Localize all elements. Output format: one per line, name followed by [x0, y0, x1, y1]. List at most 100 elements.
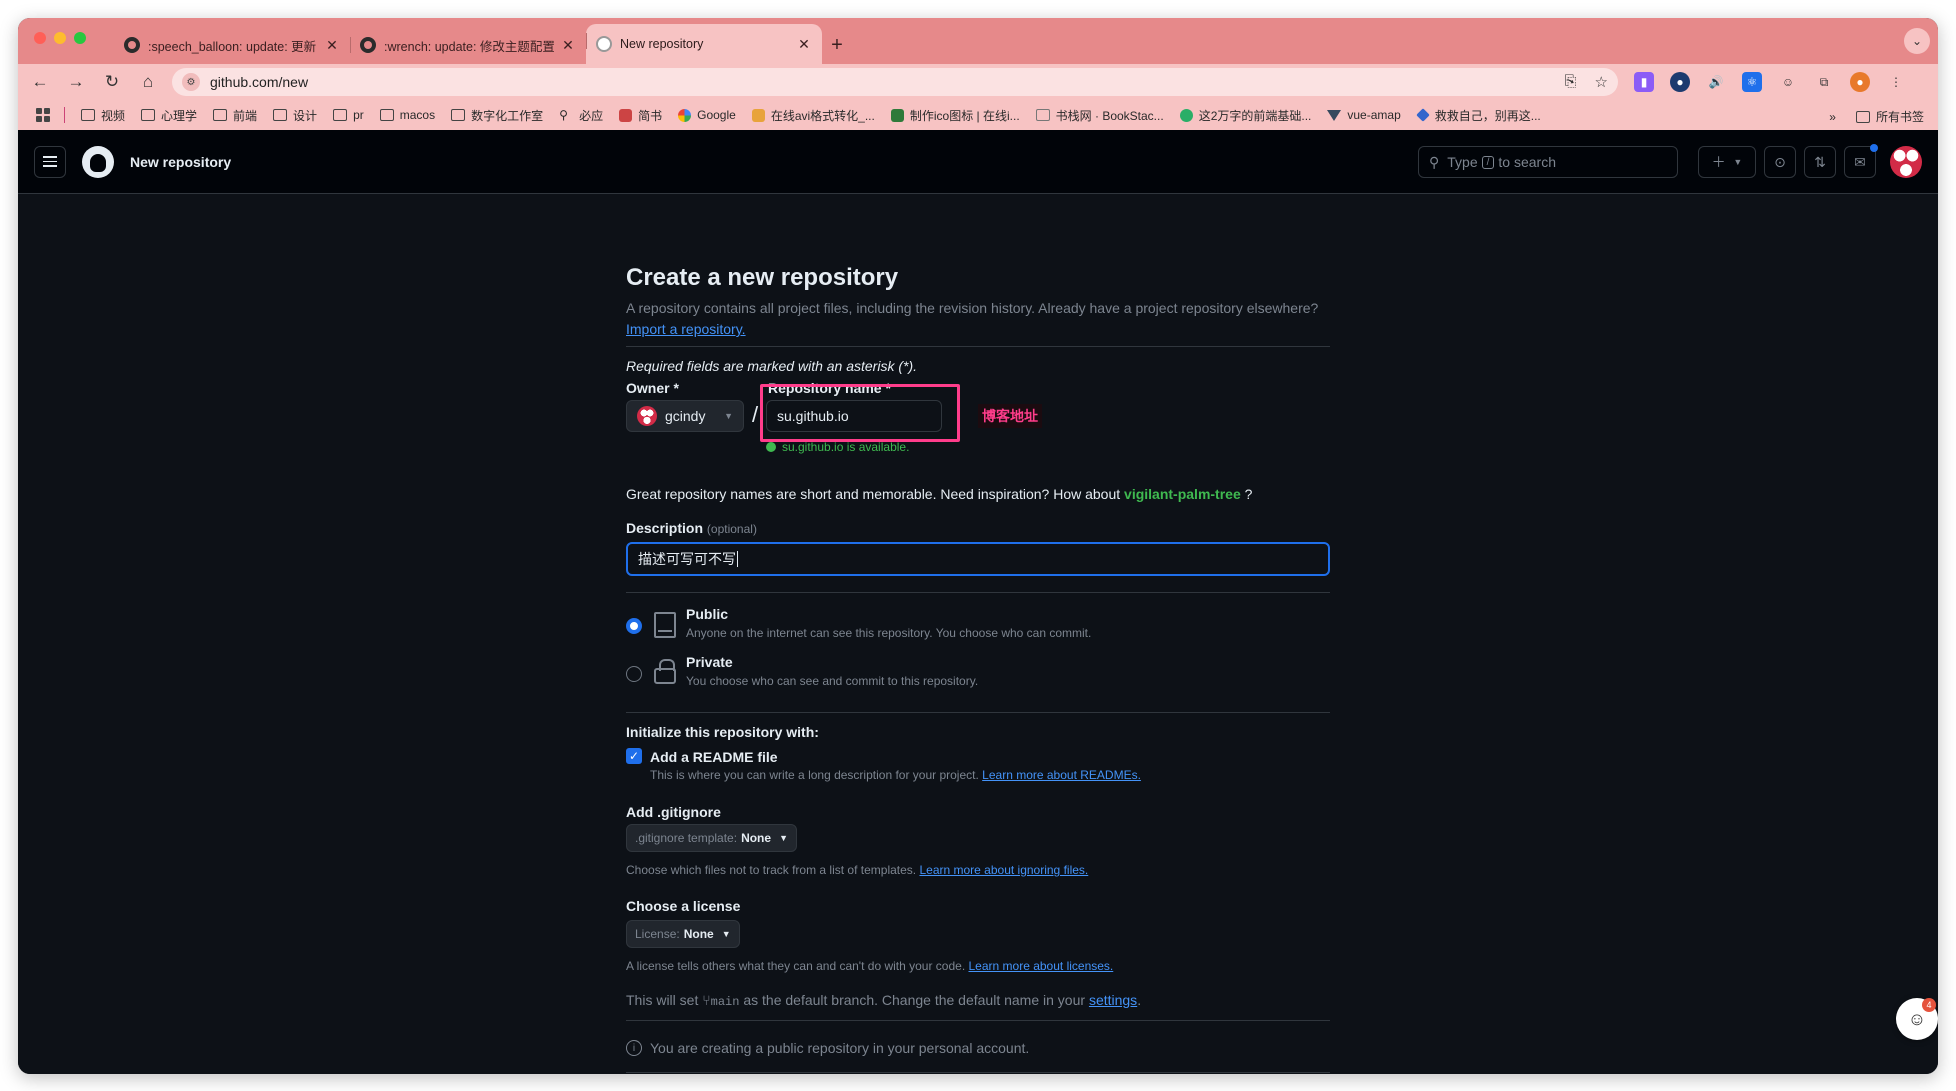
readme-label[interactable]: Add a README file: [650, 749, 778, 765]
folder-icon: [81, 109, 95, 121]
maximize-window-button[interactable]: [74, 32, 86, 44]
extension-icon[interactable]: ☺: [1778, 72, 1798, 92]
bookmark-item[interactable]: macos: [379, 108, 435, 122]
bookmark-item[interactable]: pr: [333, 108, 364, 122]
import-repository-link[interactable]: Import a repository.: [626, 321, 746, 337]
bookmark-item[interactable]: Google: [678, 108, 736, 122]
description-input[interactable]: 描述可写可不写: [626, 542, 1330, 576]
github-logo-icon[interactable]: [82, 145, 114, 178]
private-description: You choose who can see and commit to thi…: [686, 674, 979, 688]
search-input[interactable]: ⚲ Type / to search: [1418, 146, 1678, 178]
pull-requests-icon[interactable]: ⇅: [1804, 146, 1836, 178]
browser-tab[interactable]: :wrench: update: 修改主题配置 ✕: [350, 28, 586, 62]
suggested-name-link[interactable]: vigilant-palm-tree: [1124, 486, 1241, 502]
home-icon[interactable]: ⌂: [130, 64, 166, 100]
issues-icon[interactable]: ⊙: [1764, 146, 1796, 178]
new-tab-button[interactable]: +: [822, 28, 852, 62]
owner-select[interactable]: gcindy ▼: [626, 400, 744, 432]
folder-icon: [1855, 110, 1870, 123]
back-icon[interactable]: ←: [22, 64, 58, 100]
page-title: Create a new repository: [626, 264, 899, 291]
bookmark-item[interactable]: 救救自己，别再这...: [1415, 107, 1541, 124]
divider: [626, 592, 1330, 593]
license-label: Choose a license: [626, 898, 741, 914]
address-bar[interactable]: ⚙ github.com/new ⎘ ☆: [172, 68, 1618, 96]
loading-favicon-icon: [596, 36, 612, 52]
learn-ignoring-files-link[interactable]: Learn more about ignoring files.: [919, 863, 1088, 877]
bookmarks-right: » 所有书签: [1829, 108, 1924, 125]
bookmark-item[interactable]: 在线avi格式转化_...: [751, 107, 875, 124]
apps-grid-icon[interactable]: [36, 108, 50, 122]
bookmark-item[interactable]: vue-amap: [1327, 108, 1401, 122]
bookmark-item[interactable]: 前端: [213, 107, 257, 124]
learn-licenses-link[interactable]: Learn more about licenses.: [969, 959, 1114, 973]
browser-menu-icon[interactable]: ⋮: [1886, 72, 1906, 92]
tab-search-button[interactable]: ⌄: [1904, 28, 1930, 54]
gitignore-description: Choose which files not to track from a l…: [626, 863, 1089, 877]
tab-close-icon[interactable]: ✕: [796, 36, 812, 53]
extensions-puzzle-icon[interactable]: ⧉: [1814, 72, 1834, 92]
audio-icon[interactable]: 🔊: [1706, 72, 1726, 92]
bookmark-star-icon[interactable]: ☆: [1595, 73, 1608, 91]
learn-readmes-link[interactable]: Learn more about READMEs.: [982, 768, 1141, 782]
public-radio[interactable]: [626, 618, 642, 634]
divider: [626, 712, 1330, 713]
branch-name: main: [710, 995, 740, 1009]
tab-label: :speech_balloon: update: 更新: [148, 39, 317, 54]
tab-close-icon[interactable]: ✕: [324, 37, 340, 54]
folder-icon: [141, 109, 156, 121]
bookmark-item[interactable]: ⚲ 必应: [559, 107, 603, 124]
gitignore-template-select[interactable]: .gitignore template: None ▼: [626, 824, 797, 852]
bookmark-item[interactable]: 心理学: [141, 107, 197, 124]
reload-icon[interactable]: ↻: [94, 64, 130, 100]
header-title: New repository: [130, 153, 232, 170]
profile-avatar-icon[interactable]: ●: [1850, 72, 1870, 92]
minimize-window-button[interactable]: [54, 32, 66, 44]
bookmark-item[interactable]: 数字化工作室: [451, 107, 543, 124]
forward-icon[interactable]: →: [58, 64, 94, 100]
more-bookmarks-chevron-icon[interactable]: »: [1829, 110, 1836, 124]
readme-checkbox[interactable]: ✓: [626, 748, 642, 764]
bookmark-item[interactable]: 简书: [619, 107, 662, 124]
close-window-button[interactable]: [34, 32, 46, 44]
bookmark-item[interactable]: 设计: [273, 107, 317, 124]
create-new-button[interactable]: ＋ ▼: [1698, 146, 1756, 178]
browser-tab[interactable]: :speech_balloon: update: 更新 ✕: [114, 28, 350, 62]
bookmark-item[interactable]: 书栈网 · BookStac...: [1035, 107, 1164, 124]
floating-assistant-button[interactable]: ☺ 4: [1896, 998, 1938, 1040]
bookmark-item[interactable]: 制作ico图标 | 在线i...: [890, 107, 1020, 124]
tab-close-icon[interactable]: ✕: [560, 37, 576, 54]
settings-link[interactable]: settings: [1089, 992, 1137, 1008]
branch-icon: ⑂: [702, 992, 711, 1008]
repo-icon: [654, 612, 676, 638]
user-avatar[interactable]: [1890, 146, 1922, 178]
install-app-icon[interactable]: ⎘: [1565, 73, 1577, 91]
all-bookmarks-folder[interactable]: 所有书签: [1855, 108, 1924, 125]
public-title: Public: [686, 606, 729, 622]
chevron-down-icon: ▼: [721, 929, 731, 939]
owner-avatar: [637, 406, 657, 426]
site-info-icon[interactable]: ⚙: [182, 73, 200, 91]
private-title: Private: [686, 654, 733, 670]
extension-icon[interactable]: ▮: [1634, 72, 1654, 92]
annotation-highlight-box: [760, 384, 960, 442]
favicon-icon: [751, 108, 765, 122]
license-select[interactable]: License: None ▼: [626, 920, 740, 948]
github-favicon-icon: [360, 37, 376, 53]
visibility-private-option[interactable]: Private You choose who can see and commi…: [626, 654, 978, 688]
extension-icon[interactable]: ●: [1670, 72, 1690, 92]
menu-icon[interactable]: [34, 145, 66, 178]
extension-icon[interactable]: ⚛: [1742, 72, 1762, 92]
extensions-bar: ▮ ● 🔊 ⚛ ☺ ⧉ ● ⋮: [1634, 72, 1906, 92]
github-header: New repository ⚲ Type / to search ＋ ▼ ⊙ …: [18, 130, 1938, 194]
wechat-icon: [1179, 108, 1193, 122]
bookmark-item[interactable]: 这2万字的前端基础...: [1179, 107, 1311, 124]
browser-tab-active[interactable]: New repository ✕: [586, 24, 822, 64]
page-subtitle: A repository contains all project files,…: [626, 300, 1319, 337]
bookmark-item[interactable]: 视频: [81, 107, 125, 124]
readme-description: This is where you can write a long descr…: [650, 768, 1141, 782]
visibility-public-option[interactable]: Public Anyone on the internet can see th…: [626, 606, 1091, 640]
gitignore-label: Add .gitignore: [626, 804, 721, 820]
vue-icon: [1327, 109, 1342, 121]
private-radio[interactable]: [626, 666, 642, 682]
